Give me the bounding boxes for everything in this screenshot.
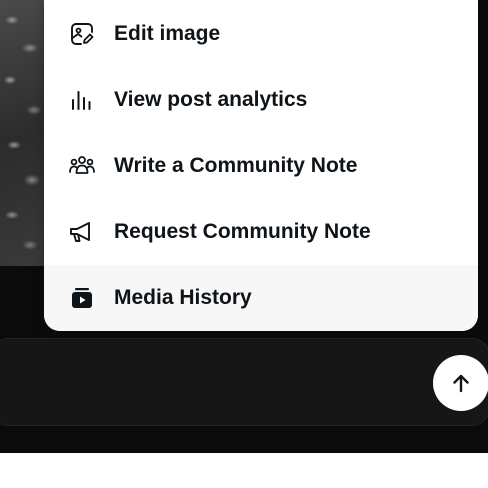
menu-item-label: Write a Community Note (114, 154, 358, 177)
post-options-menu: Edit image View post analytics Write a C… (44, 0, 478, 331)
menu-item-label: Media History (114, 286, 252, 309)
menu-item-label: Request Community Note (114, 220, 371, 243)
menu-item-request-community-note[interactable]: Request Community Note (44, 199, 478, 265)
community-icon (68, 152, 96, 180)
menu-item-write-community-note[interactable]: Write a Community Note (44, 133, 478, 199)
menu-item-media-history[interactable]: Media History (44, 265, 478, 331)
composer-bar (0, 338, 488, 426)
megaphone-icon (68, 218, 96, 246)
menu-item-label: View post analytics (114, 88, 308, 111)
menu-item-label: Edit image (114, 22, 221, 45)
send-button[interactable] (433, 355, 488, 411)
analytics-icon (68, 86, 96, 114)
edit-image-icon (68, 20, 96, 48)
menu-item-view-post-analytics[interactable]: View post analytics (44, 67, 478, 133)
media-history-icon (68, 284, 96, 312)
arrow-up-icon (453, 374, 469, 393)
menu-item-edit-image[interactable]: Edit image (44, 1, 478, 67)
